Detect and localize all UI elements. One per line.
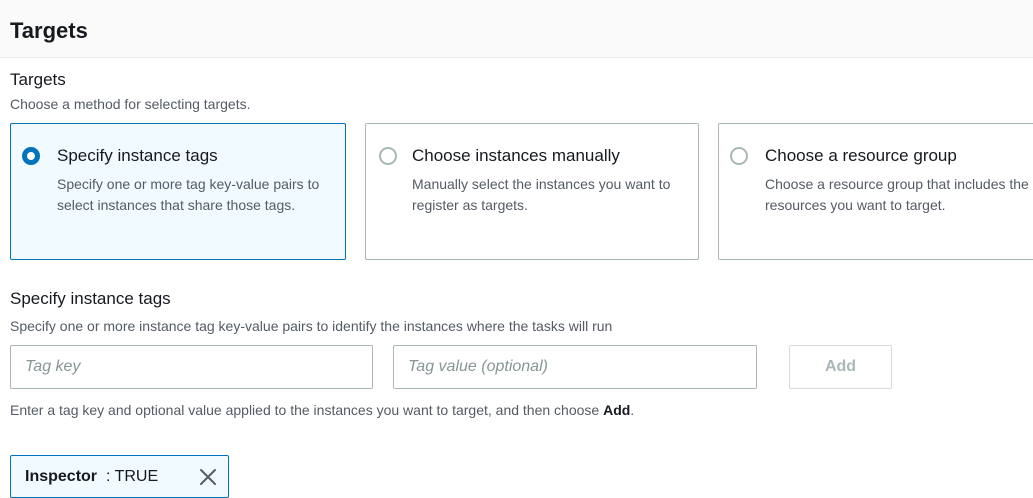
tag-token-value: : TRUE [106, 468, 159, 485]
tags-hint: Enter a tag key and optional value appli… [10, 402, 634, 418]
radio-unchecked-icon[interactable] [730, 147, 748, 165]
section-header [0, 0, 1033, 58]
tags-description: Specify one or more instance tag key-val… [10, 318, 613, 334]
targets-label: Targets [10, 70, 66, 89]
tile-description: Manually select the instances you want t… [412, 176, 671, 213]
targets-description: Choose a method for selecting targets. [10, 96, 251, 112]
tag-token-key: Inspector [25, 468, 98, 485]
add-tag-button[interactable]: Add [789, 345, 892, 389]
tag-token: Inspector : TRUE [10, 455, 229, 498]
tile-title: Choose a resource group [765, 146, 957, 165]
tile-title: Choose instances manually [412, 146, 620, 165]
tile-choose-instances-manually[interactable]: Choose instances manually Manually selec… [365, 123, 699, 260]
tile-description: Choose a resource group that includes th… [765, 176, 1029, 213]
tags-label: Specify instance tags [10, 289, 171, 308]
radio-checked-icon[interactable] [22, 147, 40, 165]
section-title: Targets [10, 18, 88, 43]
tag-value-input[interactable] [393, 345, 757, 389]
tag-key-input[interactable] [10, 345, 373, 389]
tile-specify-instance-tags[interactable]: Specify instance tags Specify one or mor… [10, 123, 346, 260]
tile-description: Specify one or more tag key-value pairs … [57, 176, 320, 213]
tile-title: Specify instance tags [57, 146, 218, 165]
tile-choose-resource-group[interactable]: Choose a resource group Choose a resourc… [718, 123, 1033, 260]
radio-unchecked-icon[interactable] [379, 147, 397, 165]
hint-emphasis: Add [603, 402, 631, 418]
hint-suffix: . [630, 402, 635, 418]
close-icon[interactable] [198, 467, 218, 487]
hint-text: Enter a tag key and optional value appli… [10, 402, 604, 418]
